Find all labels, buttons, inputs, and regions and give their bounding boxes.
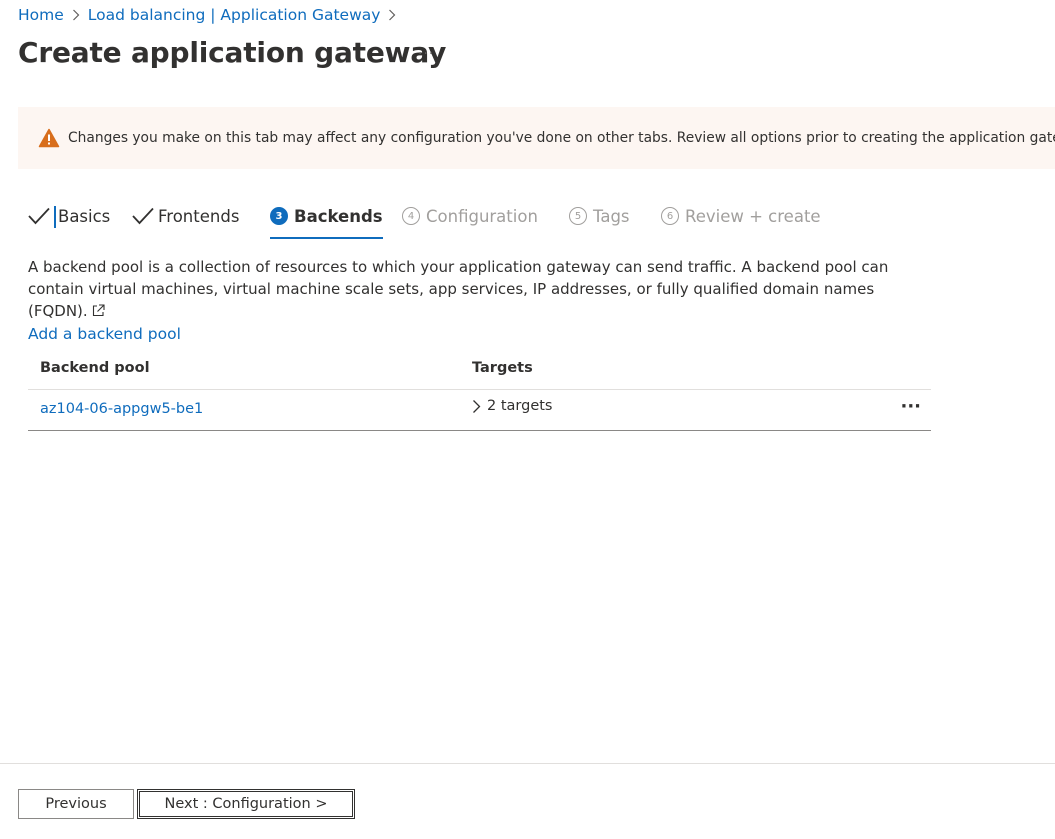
breadcrumb-home-link[interactable]: Home <box>18 6 64 24</box>
next-configuration-button[interactable]: Next : Configuration > <box>137 789 355 819</box>
tab-frontends[interactable]: Frontends <box>132 203 239 239</box>
breadcrumb: Home Load balancing | Application Gatewa… <box>18 4 404 26</box>
tab-label: Tags <box>593 207 630 226</box>
description-text: A backend pool is a collection of resour… <box>28 258 889 320</box>
tab-configuration[interactable]: 4 Configuration <box>402 203 538 239</box>
more-options-icon[interactable]: ··· <box>418 46 434 62</box>
table-header: Backend pool Targets <box>28 350 931 390</box>
text-cursor <box>54 206 56 228</box>
warning-banner: Changes you make on this tab may affect … <box>18 107 1055 169</box>
backend-pools-table: Backend pool Targets az104-06-appgw5-be1… <box>28 350 931 431</box>
add-backend-pool-link[interactable]: Add a backend pool <box>28 325 181 343</box>
breadcrumb-load-balancing-link[interactable]: Load balancing | Application Gateway <box>88 6 381 24</box>
tab-basics[interactable]: Basics <box>28 203 110 239</box>
backend-pool-name-link[interactable]: az104-06-appgw5-be1 <box>40 401 203 417</box>
tab-review-create[interactable]: 6 Review + create <box>661 203 821 239</box>
tab-label: Basics <box>58 207 111 226</box>
row-more-actions-icon[interactable]: ··· <box>900 396 921 417</box>
tab-label: Review + create <box>685 207 821 226</box>
backend-pool-description: A backend pool is a collection of resour… <box>28 256 928 323</box>
tab-label: Backends <box>294 207 383 226</box>
warning-message: Changes you make on this tab may affect … <box>68 130 1055 146</box>
chevron-right-icon <box>72 9 80 21</box>
step-number-badge: 6 <box>661 207 679 225</box>
table-row: az104-06-appgw5-be1 2 targets ··· <box>28 390 931 431</box>
step-number-badge: 5 <box>569 207 587 225</box>
external-link-icon[interactable] <box>92 301 105 323</box>
targets-expander[interactable]: 2 targets <box>472 398 552 414</box>
page-title: Create application gateway <box>18 36 447 69</box>
tab-backends[interactable]: 3 Backends <box>270 203 383 239</box>
tab-label: Frontends <box>158 207 240 226</box>
chevron-right-icon <box>472 399 481 414</box>
warning-icon <box>38 128 60 148</box>
tab-tags[interactable]: 5 Tags <box>569 203 630 239</box>
previous-button[interactable]: Previous <box>18 789 134 819</box>
column-header-targets: Targets <box>472 360 533 376</box>
tab-label: Configuration <box>426 207 538 226</box>
column-header-backend-pool: Backend pool <box>40 360 150 376</box>
step-number-badge: 3 <box>270 207 288 225</box>
footer-divider <box>0 763 1055 764</box>
checkmark-icon <box>132 207 154 225</box>
step-number-badge: 4 <box>402 207 420 225</box>
chevron-right-icon <box>388 9 396 21</box>
targets-count: 2 targets <box>487 398 553 414</box>
checkmark-icon <box>28 207 50 225</box>
